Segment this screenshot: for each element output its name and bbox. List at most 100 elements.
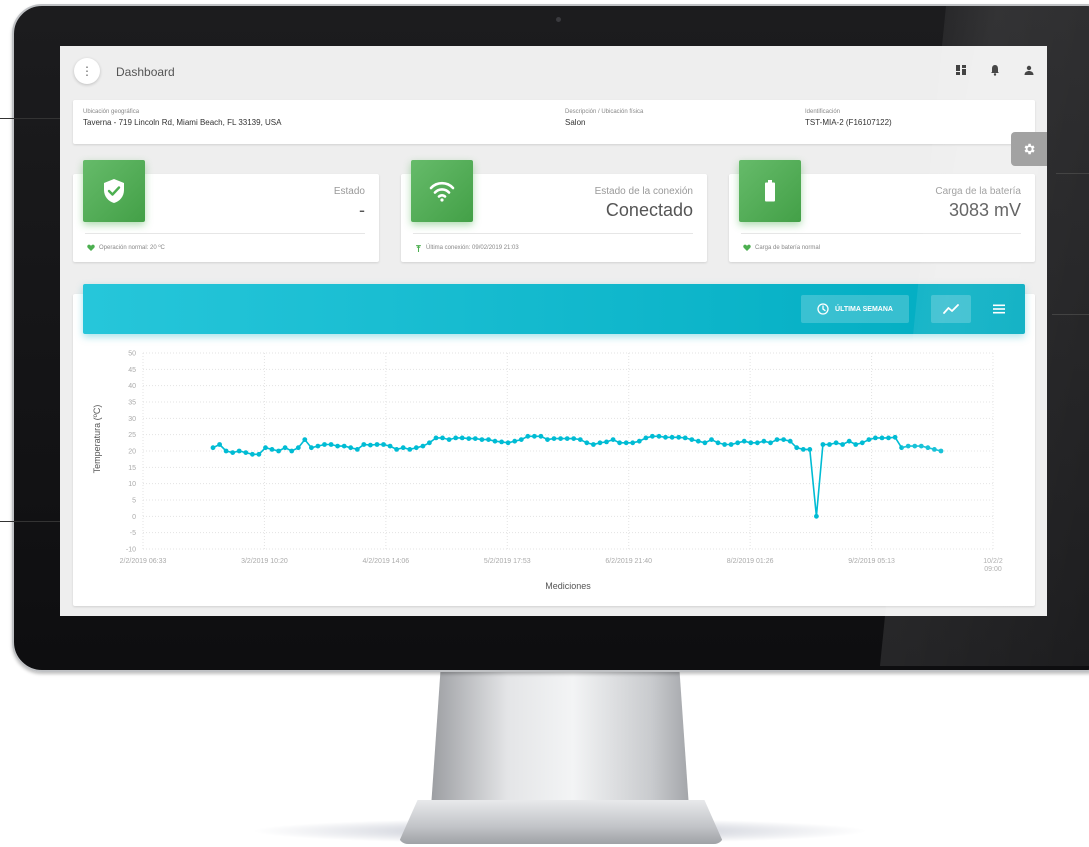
status-card: Estado - Operación normal: 20 ºC bbox=[73, 160, 379, 262]
temperature-data-point bbox=[584, 440, 590, 446]
temperature-data-point bbox=[538, 433, 544, 439]
temperature-data-point bbox=[695, 438, 701, 444]
temperature-data-point bbox=[853, 442, 859, 447]
device-info-card: Ubicación geográfica Taverna - 719 Linco… bbox=[73, 100, 1035, 144]
temperature-data-point bbox=[466, 436, 472, 441]
dashboard-grid-icon[interactable] bbox=[955, 64, 967, 76]
connection-footer: Última conexión: 09/02/2019 21:03 bbox=[415, 244, 519, 252]
battery-icon bbox=[765, 180, 775, 202]
temperature-data-point bbox=[814, 513, 819, 519]
temperature-data-point bbox=[617, 440, 622, 446]
bell-icon[interactable] bbox=[989, 64, 1001, 76]
temperature-data-point bbox=[427, 440, 432, 446]
temperature-data-point bbox=[702, 440, 708, 446]
temperature-data-point bbox=[486, 437, 491, 442]
temperature-data-point bbox=[879, 435, 885, 441]
temperature-data-point bbox=[532, 433, 537, 439]
temperature-data-point bbox=[689, 437, 695, 442]
temperature-data-point bbox=[636, 438, 642, 444]
temperature-data-point bbox=[381, 442, 386, 447]
temperature-data-point bbox=[597, 440, 603, 446]
temperature-data-point bbox=[912, 443, 918, 449]
connection-icon-tile bbox=[411, 160, 473, 222]
temperature-data-point bbox=[341, 443, 347, 449]
temperature-data-point bbox=[518, 437, 524, 442]
wifi-icon bbox=[429, 181, 455, 202]
temperature-data-point bbox=[289, 448, 295, 454]
temperature-chart-card: ÚLTIMA SEMANA 50 45 40 35 30 25 20 15 10 5 0 -5 -10 … bbox=[73, 284, 1035, 606]
temperature-data-point bbox=[525, 433, 531, 439]
y-axis-title: Temperatura (ºC) bbox=[92, 405, 102, 474]
temperature-data-point bbox=[932, 447, 937, 452]
description-value: Salon bbox=[565, 118, 586, 127]
temperature-data-point bbox=[269, 447, 275, 452]
user-icon[interactable] bbox=[1023, 64, 1035, 76]
temperature-data-point bbox=[499, 439, 504, 445]
x-tick-label: 8/2/2019 01:26 bbox=[727, 558, 774, 565]
temperature-data-point bbox=[407, 447, 413, 452]
temperature-data-point bbox=[335, 443, 340, 449]
connection-title: Estado de la conexión bbox=[594, 186, 693, 197]
callout-line-left-top bbox=[0, 118, 60, 119]
x-tick-label: 5/2/2019 17:53 bbox=[484, 558, 531, 565]
temperature-data-point bbox=[512, 438, 518, 444]
divider bbox=[413, 233, 693, 234]
temperature-data-point bbox=[361, 442, 367, 447]
temperature-data-point bbox=[276, 448, 281, 454]
temperature-data-point bbox=[794, 445, 800, 451]
temperature-data-point bbox=[886, 435, 891, 441]
temperature-data-point bbox=[446, 437, 452, 442]
y-tick-label: 10 bbox=[128, 481, 136, 488]
temperature-data-point bbox=[210, 445, 216, 451]
temperature-data-point bbox=[400, 445, 406, 451]
temperature-data-point bbox=[722, 442, 727, 447]
temperature-data-point bbox=[571, 436, 577, 441]
temperature-data-point bbox=[551, 436, 557, 441]
temperature-data-point bbox=[387, 443, 393, 449]
temperature-data-point bbox=[755, 440, 760, 446]
settings-gear-button[interactable] bbox=[1011, 132, 1047, 166]
temperature-data-point bbox=[577, 437, 583, 442]
temperature-data-point bbox=[735, 440, 741, 446]
x-axis-ticks: 2/2/2019 06:33 3/2/2019 10:20 4/2/2019 14:… bbox=[120, 558, 1003, 573]
temperature-series-line bbox=[212, 435, 942, 517]
status-footer-text: Operación normal: 20 ºC bbox=[99, 244, 165, 251]
divider bbox=[741, 233, 1021, 234]
temperature-data-point bbox=[938, 448, 944, 454]
temperature-data-point bbox=[787, 438, 793, 444]
callout-line-right-top bbox=[1056, 173, 1089, 174]
temperature-data-point bbox=[354, 447, 360, 452]
temperature-data-point bbox=[768, 440, 773, 446]
temperature-data-point bbox=[682, 435, 688, 441]
temperature-data-point bbox=[643, 435, 649, 441]
camera-icon bbox=[556, 17, 561, 22]
id-label: Identificación bbox=[805, 109, 841, 115]
temperature-data-point bbox=[820, 442, 826, 447]
temperature-data-point bbox=[774, 437, 780, 442]
temperature-data-point bbox=[453, 435, 459, 441]
temperature-data-point bbox=[859, 440, 865, 446]
temperature-data-point bbox=[846, 438, 852, 444]
y-tick-label: 20 bbox=[128, 449, 136, 456]
battery-footer: Carga de batería normal bbox=[743, 244, 820, 251]
antenna-icon bbox=[416, 245, 421, 252]
temperature-data-point bbox=[374, 442, 380, 447]
temperature-data-point bbox=[505, 440, 511, 446]
battery-value: 3083 mV bbox=[948, 200, 1021, 220]
temperature-data-point bbox=[459, 435, 465, 441]
y-tick-label: 45 bbox=[128, 367, 136, 374]
y-tick-label: 40 bbox=[128, 383, 136, 390]
temperature-data-point bbox=[295, 445, 301, 451]
temperature-data-point bbox=[302, 437, 308, 442]
temperature-data-point bbox=[840, 442, 845, 447]
temperature-data-point bbox=[256, 451, 262, 457]
y-tick-label: 25 bbox=[128, 432, 136, 439]
temperature-data-point bbox=[781, 437, 786, 442]
top-bar-actions bbox=[955, 64, 1035, 76]
temperature-data-point bbox=[420, 443, 426, 449]
connection-value: Conectado bbox=[605, 200, 693, 220]
y-tick-label: 30 bbox=[128, 416, 136, 423]
temperature-data-point bbox=[263, 445, 268, 451]
page-title: Dashboard bbox=[116, 65, 175, 79]
more-vert-icon[interactable]: ⋮ bbox=[74, 58, 100, 84]
